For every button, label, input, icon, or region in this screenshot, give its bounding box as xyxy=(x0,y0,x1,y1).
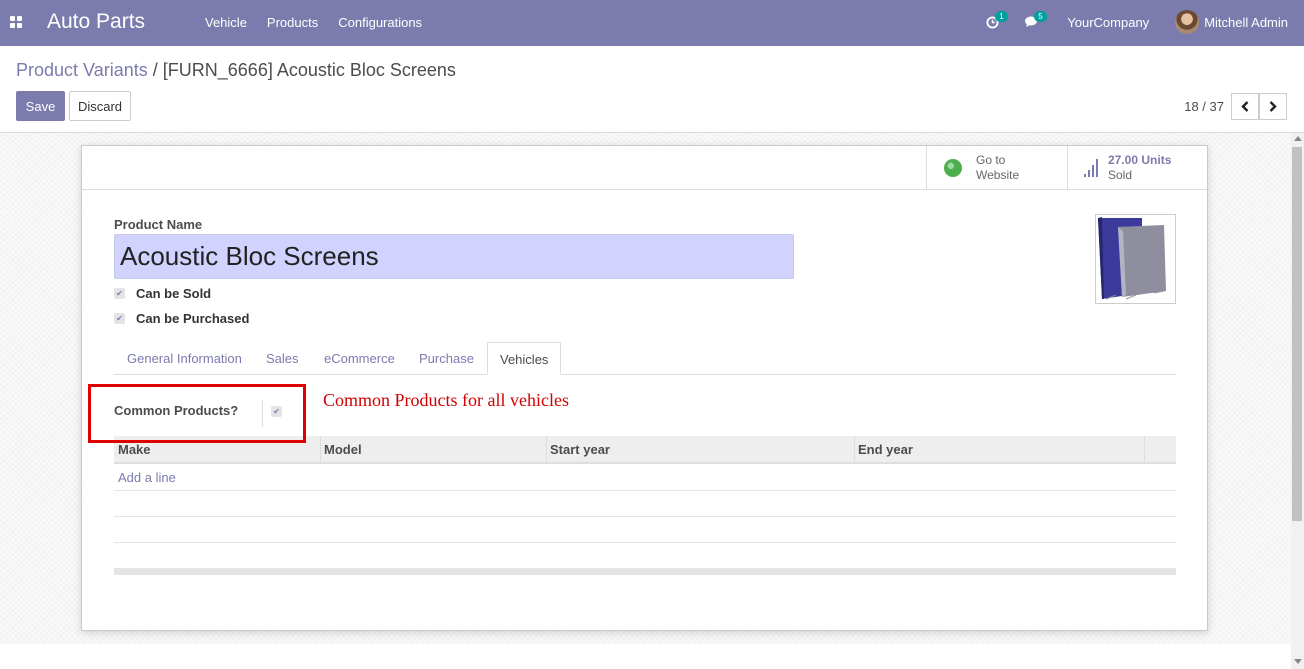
notebook-tabs: General Information Sales eCommerce Purc… xyxy=(114,342,1176,375)
menu-item-configurations[interactable]: Configurations xyxy=(338,15,422,30)
breadcrumb: Product Variants / [FURN_6666] Acoustic … xyxy=(16,60,456,81)
website-line1: Go to xyxy=(976,153,1006,167)
can-be-sold-checkbox[interactable]: ✔ xyxy=(114,288,125,299)
company-switcher[interactable]: YourCompany xyxy=(1067,15,1149,30)
pager-next-button[interactable] xyxy=(1259,93,1287,120)
message-count-badge: 5 xyxy=(1034,11,1047,22)
can-be-sold-label: Can be Sold xyxy=(136,286,212,301)
chevron-left-icon xyxy=(1241,101,1249,112)
table-row: Add a line xyxy=(114,465,1176,491)
go-to-website-button[interactable]: Go to Website xyxy=(926,146,1068,190)
product-name-input[interactable]: Acoustic Bloc Screens xyxy=(114,234,794,279)
can-be-purchased-checkbox[interactable]: ✔ xyxy=(114,313,125,324)
tab-vehicles[interactable]: Vehicles xyxy=(487,342,562,375)
top-navbar: Auto Parts Vehicle Products Configuratio… xyxy=(0,0,1304,46)
apps-menu-icon[interactable] xyxy=(10,16,22,28)
breadcrumb-current: [FURN_6666] Acoustic Bloc Screens xyxy=(162,60,456,80)
menu-item-vehicle[interactable]: Vehicle xyxy=(205,15,247,30)
column-start-year[interactable]: Start year xyxy=(550,442,610,457)
menu-item-products[interactable]: Products xyxy=(267,15,318,30)
bar-chart-icon xyxy=(1084,159,1098,177)
save-button[interactable]: Save xyxy=(16,91,65,121)
annotation-text: Common Products for all vehicles xyxy=(323,390,569,410)
acoustic-screen-image xyxy=(1098,217,1166,300)
column-model[interactable]: Model xyxy=(324,442,362,457)
tab-ecommerce[interactable]: eCommerce xyxy=(324,342,395,375)
scrollbar-thumb[interactable] xyxy=(1292,147,1302,521)
user-avatar xyxy=(1175,10,1200,34)
column-end-year[interactable]: End year xyxy=(858,442,913,457)
vehicle-table-footer xyxy=(114,568,1176,575)
units-sold-label: Sold xyxy=(1108,168,1133,182)
product-name-label: Product Name xyxy=(114,217,203,232)
breadcrumb-separator: / xyxy=(152,60,158,80)
bottom-strip xyxy=(0,644,1290,669)
user-menu[interactable]: Mitchell Admin xyxy=(1175,10,1288,34)
table-row xyxy=(114,517,1176,543)
pager-previous-button[interactable] xyxy=(1231,93,1259,120)
activity-button[interactable]: 1 xyxy=(986,10,1008,29)
column-make[interactable]: Make xyxy=(118,442,151,457)
app-name[interactable]: Auto Parts xyxy=(47,10,145,34)
table-row xyxy=(114,543,1176,569)
discard-button[interactable]: Discard xyxy=(69,91,131,121)
messages-button[interactable]: 5 xyxy=(1025,11,1047,28)
add-a-line-link[interactable]: Add a line xyxy=(118,470,176,485)
user-name: Mitchell Admin xyxy=(1204,14,1288,30)
website-line2: Website xyxy=(976,168,1020,182)
breadcrumb-product-variants[interactable]: Product Variants xyxy=(16,60,148,80)
can-be-sold-row: ✔ Can be Sold xyxy=(114,286,211,301)
tab-sales[interactable]: Sales xyxy=(266,342,299,375)
units-sold-value: 27.00 Units xyxy=(1108,153,1172,167)
can-be-purchased-label: Can be Purchased xyxy=(136,311,250,326)
product-image[interactable] xyxy=(1095,214,1176,304)
table-row xyxy=(114,491,1176,517)
units-sold-button[interactable]: 27.00 Units Sold xyxy=(1067,146,1208,190)
main-menu: Vehicle Products Configurations xyxy=(205,15,422,30)
activity-count-badge: 1 xyxy=(995,10,1008,22)
tab-purchase[interactable]: Purchase xyxy=(419,342,474,375)
pager-value[interactable]: 18 / 37 xyxy=(1184,99,1224,114)
smart-button-box: Go to Website 27.00 Units Sold xyxy=(82,146,1207,190)
scroll-down-arrow-icon[interactable] xyxy=(1294,659,1302,664)
scroll-up-arrow-icon[interactable] xyxy=(1294,136,1302,141)
chevron-right-icon xyxy=(1269,101,1277,112)
globe-icon xyxy=(944,159,962,177)
tab-general-information[interactable]: General Information xyxy=(127,342,242,375)
can-be-purchased-row: ✔ Can be Purchased xyxy=(114,311,249,326)
annotation-highlight-box xyxy=(88,384,306,443)
systray: 1 5 YourCompany Mitchell Admin xyxy=(964,8,1288,36)
